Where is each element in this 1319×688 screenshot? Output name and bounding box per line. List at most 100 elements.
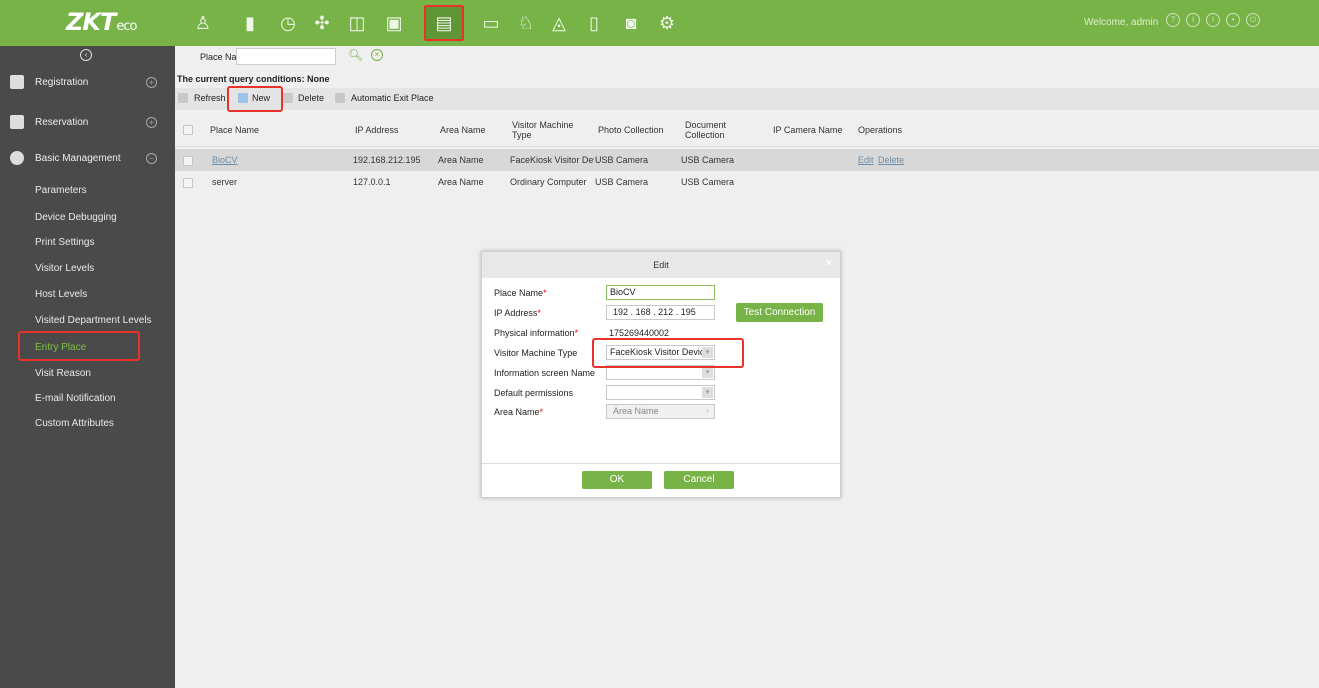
zkteco-logo: ZKTeco bbox=[66, 8, 137, 36]
physical-information-label: Physical information* bbox=[494, 328, 579, 338]
column-header[interactable]: Visitor Machine Type bbox=[512, 120, 582, 140]
automatic-exit-place-button[interactable]: Automatic Exit Place bbox=[351, 93, 434, 103]
select-all-checkbox[interactable] bbox=[183, 125, 193, 135]
video-icon[interactable]: ◙ bbox=[618, 9, 644, 37]
cancel-button[interactable]: Cancel bbox=[664, 471, 734, 489]
user-icon[interactable]: • bbox=[1226, 13, 1240, 27]
refresh-button[interactable]: Refresh bbox=[194, 93, 226, 103]
type-cell: Ordinary Computer bbox=[510, 177, 587, 187]
top-navigation-bar: ZKTeco ♙ ▮ ◷ ✣ ◫ ▣ ▤ ▭ ♘ ◬ ▯ ◙ ⚙ Welcome… bbox=[0, 0, 1319, 46]
door-icon[interactable]: ▮ bbox=[237, 9, 263, 37]
place-name-search-input[interactable] bbox=[236, 48, 336, 65]
menu-label: Reservation bbox=[35, 117, 89, 128]
clear-icon[interactable]: × bbox=[371, 49, 383, 61]
area-name-select[interactable]: Area Name › bbox=[606, 404, 715, 419]
column-header[interactable]: Place Name bbox=[210, 125, 259, 135]
welcome-text: Welcome, admin bbox=[1084, 17, 1159, 28]
sidebar-item-custom-attributes[interactable]: Custom Attributes bbox=[35, 418, 114, 429]
entry-place-highlight bbox=[18, 331, 140, 361]
sidebar-item-visit-reason[interactable]: Visit Reason bbox=[35, 368, 91, 379]
photo-cell: USB Camera bbox=[595, 155, 649, 165]
default-permissions-label: Default permissions bbox=[494, 388, 574, 398]
doc-cell: USB Camera bbox=[681, 155, 735, 165]
delete-button[interactable]: Delete bbox=[298, 93, 324, 103]
physical-information-value: 175269440002 bbox=[609, 328, 670, 338]
sidebar-item-visited-department-levels[interactable]: Visited Department Levels bbox=[35, 315, 152, 326]
menu-registration[interactable]: Registration + bbox=[0, 65, 175, 101]
default-permissions-select[interactable]: ▾ bbox=[606, 385, 715, 400]
area-cell: Area Name bbox=[438, 177, 484, 187]
logout-icon[interactable]: ⏻ bbox=[1246, 13, 1260, 27]
elevator-icon[interactable]: ✣ bbox=[309, 9, 335, 37]
column-header[interactable]: Photo Collection bbox=[598, 125, 664, 135]
menu-basic-management[interactable]: Basic Management − bbox=[0, 141, 175, 177]
sidebar: ‹ Registration + Reservation + Basic Man… bbox=[0, 46, 175, 688]
gear-icon bbox=[10, 151, 24, 165]
visitor-machine-type-label: Visitor Machine Type bbox=[494, 348, 578, 358]
ip-cell: 192.168.212.195 bbox=[353, 155, 421, 165]
person-icon[interactable]: ♙ bbox=[190, 9, 216, 37]
ip-address-input[interactable]: 192 . 168 . 212 . 195 bbox=[606, 305, 715, 320]
sidebar-item-email-notification[interactable]: E-mail Notification bbox=[35, 393, 116, 404]
place-name-link[interactable]: BioCV bbox=[212, 155, 238, 165]
edit-link[interactable]: Edit bbox=[858, 155, 874, 165]
chevron-down-icon: › bbox=[706, 408, 709, 415]
settings-icon[interactable]: ⚙ bbox=[654, 9, 680, 37]
help-icon[interactable]: ? bbox=[1166, 13, 1180, 27]
photo-cell: USB Camera bbox=[595, 177, 649, 187]
ip-cell: 127.0.0.1 bbox=[353, 177, 391, 187]
column-header[interactable]: IP Address bbox=[355, 125, 398, 135]
expand-icon[interactable]: + bbox=[146, 77, 157, 88]
access-panel-icon[interactable]: ◫ bbox=[344, 9, 370, 37]
area-name-label: Area Name* bbox=[494, 407, 544, 417]
visitor-icon[interactable]: ▣ bbox=[381, 9, 407, 37]
chevron-down-icon: ▾ bbox=[702, 387, 713, 398]
delete-link[interactable]: Delete bbox=[878, 155, 904, 165]
dialog-title: Edit bbox=[653, 260, 669, 270]
close-icon[interactable]: ✕ bbox=[825, 258, 833, 269]
ip-address-label: IP Address* bbox=[494, 308, 541, 318]
message-icon[interactable]: i bbox=[1186, 13, 1200, 27]
search-icon[interactable]: 🔍︎ bbox=[348, 48, 363, 62]
sidebar-item-host-levels[interactable]: Host Levels bbox=[35, 289, 87, 300]
row-checkbox[interactable] bbox=[183, 156, 193, 166]
delete-icon[interactable] bbox=[283, 93, 293, 103]
table-row[interactable] bbox=[175, 149, 1319, 171]
area-cell: Area Name bbox=[438, 155, 484, 165]
place-name-label: Place Name* bbox=[494, 288, 547, 298]
locker-icon[interactable]: ▯ bbox=[581, 9, 607, 37]
place-name-cell[interactable]: server bbox=[212, 177, 237, 187]
auto-exit-icon[interactable] bbox=[335, 93, 345, 103]
test-connection-button[interactable]: Test Connection bbox=[736, 303, 823, 322]
visitor-module-icon[interactable]: ▤ bbox=[424, 5, 464, 41]
refresh-icon[interactable] bbox=[178, 93, 188, 103]
column-header[interactable]: Area Name bbox=[440, 125, 486, 135]
sidebar-item-visitor-levels[interactable]: Visitor Levels bbox=[35, 263, 94, 274]
entrance-icon[interactable]: ◬ bbox=[546, 9, 572, 37]
sidebar-item-device-debugging[interactable]: Device Debugging bbox=[35, 212, 117, 223]
sidebar-collapse-icon[interactable]: ‹ bbox=[80, 49, 92, 61]
place-name-input[interactable]: BioCV bbox=[606, 285, 715, 300]
query-conditions: The current query conditions: None bbox=[177, 74, 330, 84]
menu-reservation[interactable]: Reservation + bbox=[0, 105, 175, 141]
chevron-down-icon: ▾ bbox=[702, 367, 713, 378]
collapse-icon[interactable]: − bbox=[146, 153, 157, 164]
table-row[interactable] bbox=[175, 171, 1319, 193]
parking-icon[interactable]: ▭ bbox=[478, 9, 504, 37]
ok-button[interactable]: OK bbox=[582, 471, 652, 489]
about-icon[interactable]: i bbox=[1206, 13, 1220, 27]
type-cell: FaceKiosk Visitor Dev bbox=[510, 155, 594, 165]
expand-icon[interactable]: + bbox=[146, 117, 157, 128]
column-header[interactable]: Document Collection bbox=[685, 120, 745, 140]
patrol-icon[interactable]: ♘ bbox=[513, 9, 539, 37]
column-header[interactable]: IP Camera Name bbox=[773, 125, 842, 135]
clock-icon[interactable]: ◷ bbox=[275, 9, 301, 37]
visitor-machine-type-highlight bbox=[592, 338, 744, 368]
dialog-divider bbox=[482, 463, 840, 464]
information-screen-name-label: Information screen Name bbox=[494, 368, 596, 378]
column-header[interactable]: Operations bbox=[858, 125, 902, 135]
sidebar-item-parameters[interactable]: Parameters bbox=[35, 185, 87, 196]
row-checkbox[interactable] bbox=[183, 178, 193, 188]
sidebar-item-print-settings[interactable]: Print Settings bbox=[35, 237, 94, 248]
table-header bbox=[175, 112, 1319, 147]
